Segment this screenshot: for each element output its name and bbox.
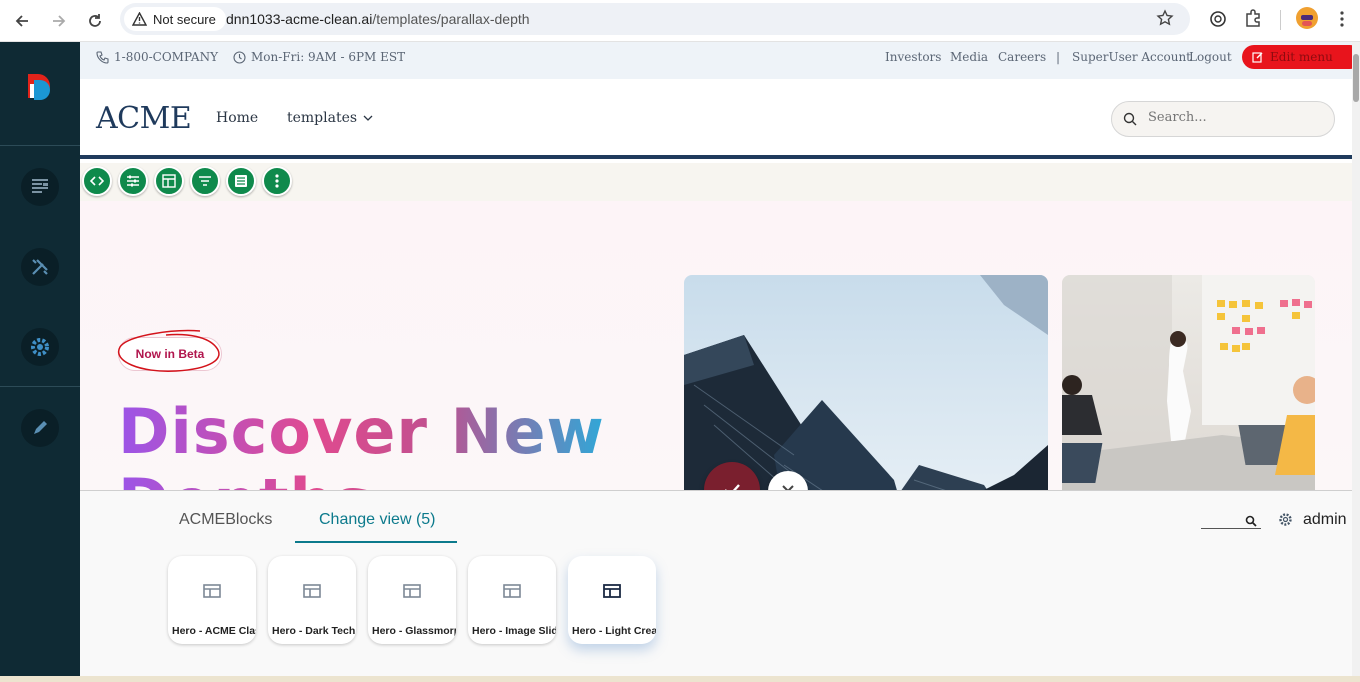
view-card-label: Hero - Image Slider <box>472 625 556 637</box>
security-label: Not secure <box>153 11 216 27</box>
sidebar-divider <box>0 145 80 146</box>
url-host: dnn1033-acme-clean.ai <box>226 11 373 27</box>
nav-templates[interactable]: templates <box>287 110 373 126</box>
search-icon <box>1123 112 1137 126</box>
nav-templates-label: templates <box>287 110 358 126</box>
skyscraper-image <box>684 275 1048 491</box>
hero-title-line1: Discover New <box>118 395 605 468</box>
template-icon <box>603 584 621 598</box>
dnn-logo[interactable] <box>24 72 56 123</box>
address-bar[interactable]: Not secure dnn1033-acme-clean.ai/templat… <box>120 3 1190 35</box>
hero-section: Now in Beta Discover New Depths <box>80 201 1352 491</box>
edit-menu-label: Edit menu <box>1270 50 1333 64</box>
nav-home[interactable]: Home <box>216 110 258 126</box>
template-icon <box>403 584 421 598</box>
view-card-light-cream[interactable]: Hero - Light Cream <box>568 556 656 644</box>
toolbar-divider <box>1280 10 1281 30</box>
settings-gear-icon[interactable] <box>1278 512 1293 527</box>
red-annotation-circle <box>117 329 220 372</box>
security-chip[interactable]: Not secure <box>124 7 226 31</box>
bottom-edge <box>0 676 1360 682</box>
module-toolbar <box>80 163 1352 201</box>
sidebar-divider <box>0 386 80 387</box>
hero-title-line2: Depths <box>118 467 605 491</box>
phone-text: 1-800-COMPANY <box>114 50 219 64</box>
view-card-label: Hero - Light Cream <box>572 625 656 637</box>
site-logo[interactable]: ACME <box>96 101 192 136</box>
content-icon[interactable] <box>21 168 59 206</box>
view-card-dark-tech[interactable]: Hero - Dark Tech <box>268 556 356 644</box>
media-link[interactable]: Media <box>950 50 988 64</box>
extensions-icon[interactable] <box>1243 8 1263 33</box>
sliders-icon[interactable] <box>118 166 148 196</box>
more-options-icon[interactable] <box>262 166 292 196</box>
code-icon[interactable] <box>82 166 112 196</box>
edit-icon <box>1252 52 1263 63</box>
phone-icon <box>96 50 109 64</box>
view-card-label: Hero - Dark Tech <box>272 625 356 637</box>
hours-text: Mon-Fri: 9AM - 6PM EST <box>251 50 406 64</box>
site-top-bar: 1-800-COMPANY Mon-Fri: 9AM - 6PM EST Inv… <box>80 42 1360 79</box>
dnn-persona-bar <box>0 42 80 682</box>
view-card-image-slider[interactable]: Hero - Image Slider <box>468 556 556 644</box>
site-search[interactable] <box>1111 101 1335 137</box>
user-name[interactable]: admin <box>1303 511 1347 529</box>
clock-icon <box>233 50 246 64</box>
account-link[interactable]: SuperUser Account <box>1072 50 1191 64</box>
scrollbar-thumb[interactable] <box>1353 54 1359 102</box>
active-tab-indicator <box>295 541 457 543</box>
link-separator: | <box>1056 50 1061 64</box>
tab-acmeblocks[interactable]: ACMEBlocks <box>179 511 272 529</box>
search-input[interactable] <box>1148 110 1318 125</box>
edit-menu-button[interactable]: Edit menu <box>1242 45 1360 69</box>
hours-info: Mon-Fri: 9AM - 6PM EST <box>233 50 405 64</box>
back-icon[interactable] <box>9 8 35 34</box>
search-icon <box>1245 515 1257 527</box>
phone-info[interactable]: 1-800-COMPANY <box>96 50 218 64</box>
investors-link[interactable]: Investors <box>885 50 941 64</box>
chatgpt-extension-icon[interactable] <box>1208 9 1228 34</box>
view-switcher-panel: ACMEBlocks Change view (5) admin Hero - … <box>80 490 1352 676</box>
panel-search-field[interactable] <box>1201 511 1261 529</box>
browser-toolbar: Not secure dnn1033-acme-clean.ai/templat… <box>0 0 1360 42</box>
layout-icon[interactable] <box>154 166 184 196</box>
template-icon <box>503 584 521 598</box>
careers-link[interactable]: Careers <box>998 50 1046 64</box>
hero-title: Discover New Depths <box>118 397 605 491</box>
view-card-label: Hero - Glassmorphism <box>372 625 456 637</box>
page-scrollbar[interactable] <box>1352 42 1360 676</box>
warning-icon <box>132 12 147 26</box>
view-card-acme-classic[interactable]: Hero - ACME Classic <box>168 556 256 644</box>
tools-icon[interactable] <box>21 248 59 286</box>
template-icon <box>203 584 221 598</box>
profile-avatar[interactable] <box>1296 7 1318 29</box>
url-path: /templates/parallax-depth <box>372 11 530 27</box>
chevron-down-icon <box>363 115 373 121</box>
forward-icon[interactable] <box>46 8 72 34</box>
edit-pencil-icon[interactable] <box>21 409 59 447</box>
view-card-label: Hero - ACME Classic <box>172 625 256 637</box>
logout-link[interactable]: Logout <box>1189 50 1232 64</box>
bookmark-star-icon[interactable] <box>1156 9 1174 32</box>
site-header: ACME Home templates <box>80 79 1352 159</box>
tab-change-view[interactable]: Change view (5) <box>319 511 436 529</box>
filter-icon[interactable] <box>190 166 220 196</box>
list-icon[interactable] <box>226 166 256 196</box>
settings-gear-icon[interactable] <box>21 328 59 366</box>
template-icon <box>303 584 321 598</box>
url-text[interactable]: dnn1033-acme-clean.ai/templates/parallax… <box>226 11 530 27</box>
browser-menu-icon[interactable] <box>1338 10 1346 33</box>
view-card-glassmorphism[interactable]: Hero - Glassmorphism <box>368 556 456 644</box>
office-team-image <box>1062 275 1315 491</box>
reload-icon[interactable] <box>82 8 108 34</box>
